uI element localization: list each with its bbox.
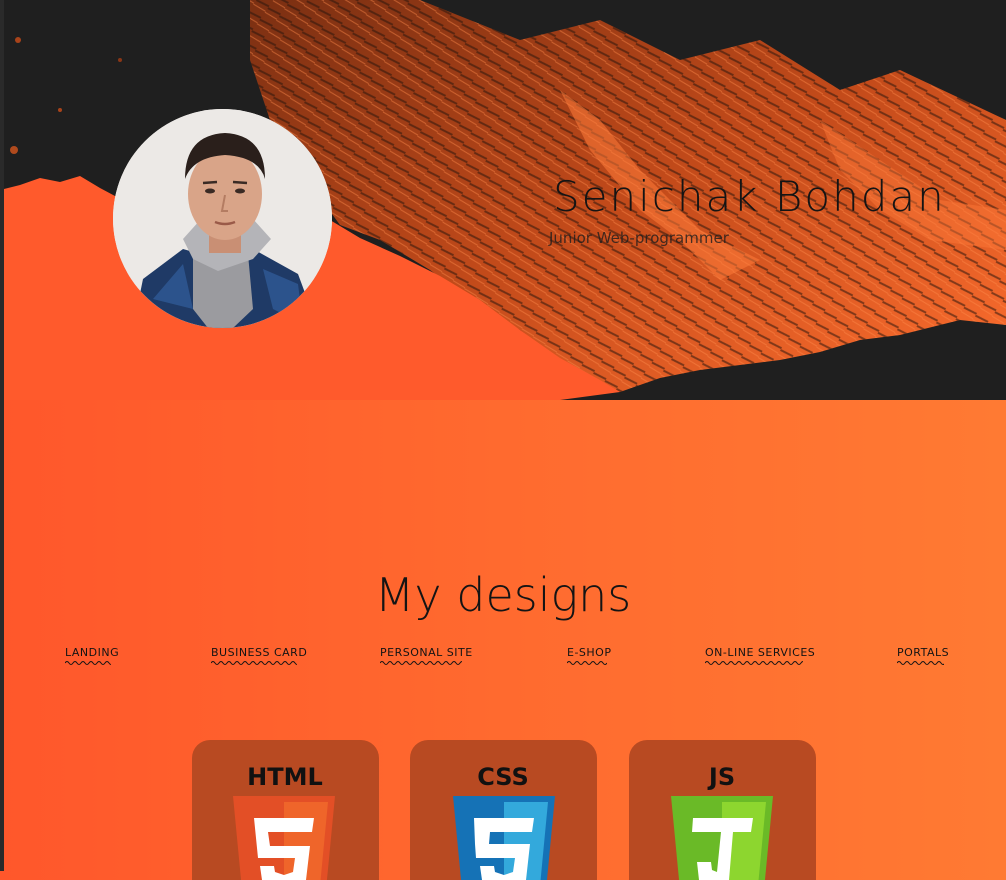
- filter-label: LANDING: [65, 646, 120, 659]
- tech-card-css[interactable]: CSS: [410, 740, 597, 880]
- filter-label: ON-LINE SERVICES: [705, 646, 816, 659]
- wavy-underline-icon: [65, 661, 111, 665]
- wavy-underline-icon: [567, 661, 607, 665]
- hero-banner: Senichak Bohdan Junior Web-programmer: [0, 0, 1006, 400]
- filter-label: BUSINESS CARD: [211, 646, 308, 659]
- tech-card-js[interactable]: JS: [629, 740, 816, 880]
- filter-label: PERSONAL SITE: [380, 646, 473, 659]
- js-shield-icon: JS: [671, 763, 773, 880]
- tech-card-label: JS: [707, 763, 735, 791]
- window-left-border: [0, 0, 4, 871]
- tech-card-label: CSS: [477, 763, 529, 791]
- filter-business-card[interactable]: BUSINESS CARD: [211, 646, 307, 665]
- tech-cards: HTML CSS JS: [0, 740, 1006, 880]
- filter-label: PORTALS: [897, 646, 950, 659]
- portfolio-title: My designs: [374, 568, 632, 622]
- wavy-underline-icon: [897, 661, 944, 665]
- css3-shield-icon: CSS: [453, 763, 555, 880]
- portfolio-filter-bar: LANDING BUSINESS CARD PERSONAL SITE E-SH…: [0, 646, 1006, 666]
- html5-shield-icon: HTML: [233, 763, 335, 880]
- wavy-underline-icon: [211, 661, 297, 665]
- tech-card-html[interactable]: HTML: [192, 740, 379, 880]
- filter-landing[interactable]: LANDING: [65, 646, 119, 665]
- filter-label: E-SHOP: [567, 646, 612, 659]
- tech-card-label: HTML: [247, 763, 323, 791]
- filter-portals[interactable]: PORTALS: [897, 646, 949, 665]
- filter-personal-site[interactable]: PERSONAL SITE: [380, 646, 473, 665]
- filter-online-services[interactable]: ON-LINE SERVICES: [705, 646, 815, 665]
- wavy-underline-icon: [705, 661, 803, 665]
- profile-role: Junior Web-programmer: [549, 229, 729, 247]
- profile-name: Senichak Bohdan: [553, 172, 946, 221]
- profile-avatar: [113, 109, 332, 328]
- filter-e-shop[interactable]: E-SHOP: [567, 646, 611, 665]
- wavy-underline-icon: [380, 661, 462, 665]
